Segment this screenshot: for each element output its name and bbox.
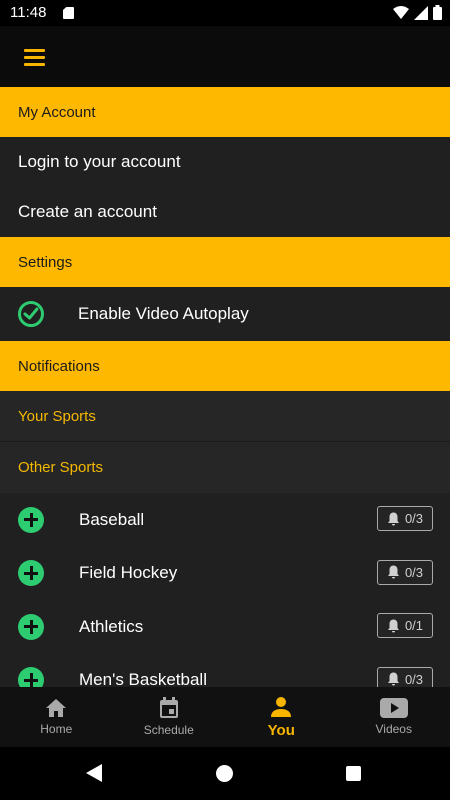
video-play-icon [379,698,408,718]
sport-row-athletics[interactable]: Athletics 0/1 [0,600,450,654]
sport-name: Athletics [79,616,144,636]
sport-name: Field Hockey [79,563,178,583]
notification-count-badge[interactable]: 0/3 [377,559,433,585]
notification-count: 0/3 [404,564,424,580]
nav-schedule[interactable]: Schedule [113,687,226,747]
wifi-icon [393,5,409,19]
nav-videos[interactable]: Videos [338,687,450,747]
other-sports-header: Other Sports [0,442,450,493]
recent-apps-icon[interactable] [346,766,361,781]
settings-header: Settings [0,237,450,287]
bell-icon [387,512,399,525]
add-circle-icon[interactable] [18,506,44,533]
check-circle-icon [18,301,44,327]
login-link[interactable]: Login to your account [0,137,450,187]
notification-count: 0/1 [404,618,424,633]
nav-home[interactable]: Home [0,687,113,747]
sport-row-mens-basketball[interactable]: Men's Basketball 0/3 [0,653,450,687]
sport-name: Men's Basketball [79,670,207,687]
add-circle-icon[interactable] [18,667,44,687]
sd-card-icon [63,7,74,19]
notification-count: 0/3 [404,671,424,687]
notification-count: 0/3 [404,511,424,526]
signal-icon [414,5,428,20]
add-circle-icon[interactable] [18,560,44,587]
system-navigation-bar [0,747,450,800]
sport-row-baseball[interactable]: Baseball 0/3 [0,493,450,547]
nav-home-label: Home [40,722,73,736]
sport-name: Baseball [79,509,145,529]
status-bar: 11:48 [0,0,450,26]
bell-icon [387,565,399,579]
nav-videos-label: Videos [375,722,412,736]
nav-you[interactable]: You [225,687,338,747]
notifications-header: Notifications [0,341,450,391]
status-icons [393,5,442,20]
calendar-icon [159,697,178,718]
notification-count-badge[interactable]: 0/3 [377,506,433,531]
bottom-navigation: Home Schedule You Videos [0,687,450,747]
create-account-link[interactable]: Create an account [0,187,450,237]
status-time: 11:48 [10,4,47,21]
settings-list[interactable]: My Account Login to your account Create … [0,87,450,687]
add-circle-icon[interactable] [18,613,44,640]
video-autoplay-label: Enable Video Autoplay [78,304,249,323]
home-icon [46,699,67,717]
bell-icon [387,619,399,632]
sport-row-field-hockey[interactable]: Field Hockey 0/3 [0,546,450,600]
hamburger-menu-icon[interactable] [16,40,54,74]
your-sports-header: Your Sports [0,391,450,442]
back-icon[interactable] [86,764,102,782]
notification-count-badge[interactable]: 0/1 [377,613,433,638]
person-icon [271,696,292,717]
app-bar [0,26,450,87]
nav-you-label: You [267,721,295,739]
nav-schedule-label: Schedule [143,723,194,737]
notification-count-badge[interactable]: 0/3 [377,666,433,687]
bell-icon [387,672,399,686]
my-account-header: My Account [0,87,450,137]
battery-icon [433,5,442,20]
home-circle-icon[interactable] [216,765,233,782]
video-autoplay-toggle[interactable]: Enable Video Autoplay [0,287,450,341]
